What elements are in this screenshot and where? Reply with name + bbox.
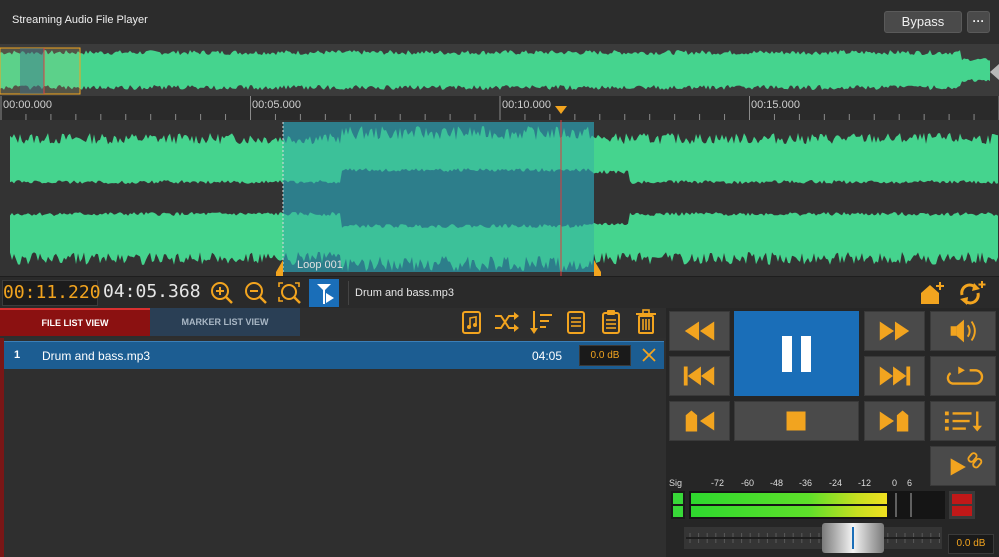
rewind-button[interactable] xyxy=(669,311,730,351)
meter-scale-label: -12 xyxy=(858,478,872,488)
file-list-panel: FILE LIST VIEW MARKER LIST VIEW 1 Drum a… xyxy=(0,308,666,557)
app-title: Streaming Audio File Player xyxy=(12,14,148,26)
sort-icon[interactable] xyxy=(527,308,555,336)
skip-to-start-icon xyxy=(683,366,715,386)
file-list-row[interactable]: 1 Drum and bass.mp3 04:05 0.0 dB xyxy=(4,341,664,369)
title-bar: Streaming Audio File Player Bypass ··· xyxy=(0,0,999,44)
add-marker-icon[interactable] xyxy=(918,279,948,307)
meter-scale-label: 6 xyxy=(907,478,913,488)
skip-to-start-button[interactable] xyxy=(669,356,730,396)
trash-icon[interactable] xyxy=(632,308,660,336)
meter-scale-label: -24 xyxy=(829,478,843,488)
length-display: 04:05.368 xyxy=(103,281,201,302)
more-options-button[interactable]: ··· xyxy=(967,11,990,33)
gain-value-field[interactable]: 0.0 dB xyxy=(948,534,994,554)
rewind-icon xyxy=(684,321,715,341)
pause-icon xyxy=(782,336,811,372)
loop-icon xyxy=(946,366,984,385)
pause-button[interactable] xyxy=(734,311,859,396)
row-gain-field[interactable]: 0.0 dB xyxy=(579,345,631,366)
zoom-out-icon[interactable] xyxy=(241,279,271,307)
gain-slider[interactable] xyxy=(684,523,942,553)
transport-panel: Sig -72 -60 -48 -36 -24 -12 0 6 0.0 dB xyxy=(666,308,999,557)
list-view-icon[interactable] xyxy=(562,308,590,336)
ruler-ticks xyxy=(0,96,999,120)
ruler-label: 00:15.000 xyxy=(751,99,800,111)
stop-button[interactable] xyxy=(734,401,859,441)
overview-wave-graphic xyxy=(0,47,999,95)
playlist-mode-button[interactable] xyxy=(930,401,996,441)
add-loop-icon[interactable] xyxy=(957,279,987,307)
zoom-fit-icon[interactable] xyxy=(275,279,305,307)
speaker-icon xyxy=(950,319,976,343)
meter-scale-label: 0 xyxy=(892,478,898,488)
current-file-name: Drum and bass.mp3 xyxy=(348,281,454,305)
overview-waveform[interactable] xyxy=(0,44,999,96)
main-wave-graphic xyxy=(10,120,998,276)
loop-start-handle[interactable] xyxy=(276,260,283,276)
loop-label: Loop 001 xyxy=(297,259,343,271)
stop-icon xyxy=(786,411,806,431)
row-file-name: Drum and bass.mp3 xyxy=(42,349,151,363)
fast-forward-button[interactable] xyxy=(864,311,925,351)
meter-scale-label: -48 xyxy=(770,478,784,488)
loop-button[interactable] xyxy=(930,356,996,396)
fast-forward-icon xyxy=(879,321,910,341)
row-index: 1 xyxy=(14,349,21,361)
position-display: 00:11.220 xyxy=(2,280,101,306)
tab-file-list[interactable]: FILE LIST VIEW xyxy=(0,308,150,336)
row-duration: 04:05 xyxy=(532,349,563,363)
skip-to-end-button[interactable] xyxy=(864,356,925,396)
volume-button[interactable] xyxy=(930,311,996,351)
meter-scale-label: -72 xyxy=(711,478,725,488)
ruler-label: 00:05.000 xyxy=(252,99,301,111)
file-list xyxy=(0,338,666,557)
next-marker-button[interactable] xyxy=(864,401,925,441)
bypass-button[interactable]: Bypass xyxy=(884,11,962,33)
previous-marker-icon xyxy=(685,410,715,432)
time-ruler[interactable]: 00:00.000 00:05.000 00:10.000 00:15.000 xyxy=(0,96,999,120)
meter-scale-label: -36 xyxy=(799,478,813,488)
add-file-icon[interactable] xyxy=(458,308,486,336)
meter-scale-label: -60 xyxy=(741,478,755,488)
clipboard-icon[interactable] xyxy=(597,308,625,336)
ruler-label: 00:00.000 xyxy=(3,99,52,111)
follow-playhead-icon[interactable] xyxy=(309,279,339,307)
tab-marker-list[interactable]: MARKER LIST VIEW xyxy=(150,308,300,336)
main-waveform[interactable]: Loop 001 xyxy=(0,120,999,276)
zoom-in-icon[interactable] xyxy=(207,279,237,307)
transport-toolbar: 00:11.220 04:05.368 Drum and bass.mp3 xyxy=(0,276,999,308)
shuffle-icon[interactable] xyxy=(492,308,520,336)
playlist-icon xyxy=(944,411,982,432)
next-marker-icon xyxy=(879,410,909,432)
level-meter xyxy=(668,490,998,520)
ruler-label: 00:10.000 xyxy=(502,99,551,111)
remove-file-icon[interactable] xyxy=(640,345,658,365)
previous-marker-button[interactable] xyxy=(669,401,730,441)
signal-label: Sig xyxy=(669,478,683,488)
skip-to-end-icon xyxy=(879,366,911,386)
